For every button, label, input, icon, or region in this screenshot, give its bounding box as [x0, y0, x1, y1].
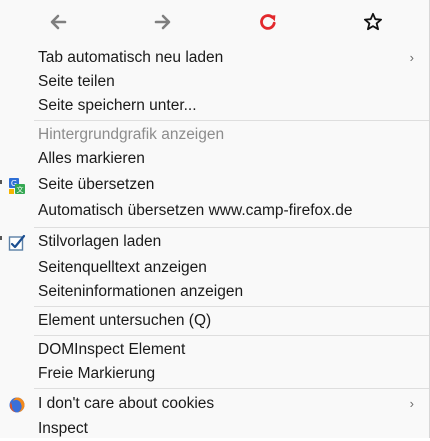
menu-item-dominspect-element[interactable]: DOMInspect Element — [0, 338, 430, 362]
menu-item-label: Seite speichern unter... — [38, 97, 197, 114]
menu-item-label: I don't care about cookies — [38, 395, 215, 412]
menu-item-page-info[interactable]: Seiteninformationen anzeigen — [0, 280, 430, 304]
menu-separator — [34, 120, 429, 121]
menu-item-label: Seite teilen — [38, 73, 115, 90]
menu-separator — [34, 388, 429, 389]
menu-item-share-page[interactable]: Seite teilen — [0, 70, 430, 94]
reload-icon — [260, 14, 276, 30]
menu-item-auto-translate-site[interactable]: Automatisch übersetzen www.camp-firefox.… — [0, 199, 430, 223]
menu-item-select-all[interactable]: Alles markieren — [0, 147, 430, 171]
menu-separator — [34, 306, 429, 307]
submenu-arrow-icon: › — [409, 50, 414, 65]
firefox-extension-icon — [9, 397, 25, 413]
menu-item-label: Tab automatisch neu laden — [38, 49, 224, 66]
menu-item-auto-reload[interactable]: Tab automatisch neu laden › — [0, 46, 430, 70]
menu-item-label: Seiteninformationen anzeigen — [38, 283, 244, 300]
svg-text:文: 文 — [17, 185, 24, 194]
menu-item-label: Automatisch übersetzen www.camp-firefox.… — [38, 202, 353, 219]
menu-item-save-page-as[interactable]: Seite speichern unter... — [0, 94, 430, 118]
menu-item-inspect-element[interactable]: Element untersuchen (Q) — [0, 309, 430, 333]
menu-item-label: DOMInspect Element — [38, 341, 186, 358]
menu-item-view-source[interactable]: Seitenquelltext anzeigen — [0, 256, 430, 280]
menu-item-i-dont-care-about-cookies[interactable]: I don't care about cookies › — [0, 392, 430, 416]
reload-button[interactable] — [253, 8, 283, 36]
submenu-arrow-icon: › — [409, 396, 414, 411]
menu-item-label: Stilvorlagen laden — [38, 233, 162, 250]
style-checkbox-icon — [8, 234, 26, 251]
menu-item-view-background-image: Hintergrundgrafik anzeigen — [0, 123, 430, 147]
menu-item-label: Inspect — [38, 420, 88, 437]
menu-item-label: Freie Markierung — [38, 365, 156, 382]
menu-separator — [34, 227, 429, 228]
menu-item-inspect[interactable]: Inspect — [0, 417, 430, 441]
context-menu: Tab automatisch neu laden › Seite teilen… — [0, 0, 430, 438]
menu-item-label: Seite übersetzen — [38, 176, 155, 193]
forward-button[interactable] — [148, 8, 178, 36]
menu-item-translate-page[interactable]: G 文 Seite übersetzen — [0, 173, 430, 197]
menu-item-label: Element untersuchen (Q) — [38, 312, 212, 329]
window-edge-mark — [0, 236, 2, 240]
star-icon — [364, 12, 382, 31]
navigation-row — [0, 0, 430, 44]
window-edge-mark — [0, 180, 2, 184]
menu-item-load-stylesheets[interactable]: Stilvorlagen laden — [0, 230, 430, 254]
menu-item-free-selection[interactable]: Freie Markierung — [0, 362, 430, 386]
translate-icon: G 文 — [9, 178, 25, 194]
menu-item-label: Hintergrundgrafik anzeigen — [38, 126, 225, 143]
menu-item-label: Alles markieren — [38, 150, 145, 167]
arrow-right-icon — [154, 14, 171, 30]
menu-item-label: Seitenquelltext anzeigen — [38, 259, 207, 276]
arrow-left-icon — [50, 14, 67, 30]
bookmark-button[interactable] — [358, 8, 388, 36]
back-button[interactable] — [43, 8, 73, 36]
menu-separator — [34, 335, 429, 336]
